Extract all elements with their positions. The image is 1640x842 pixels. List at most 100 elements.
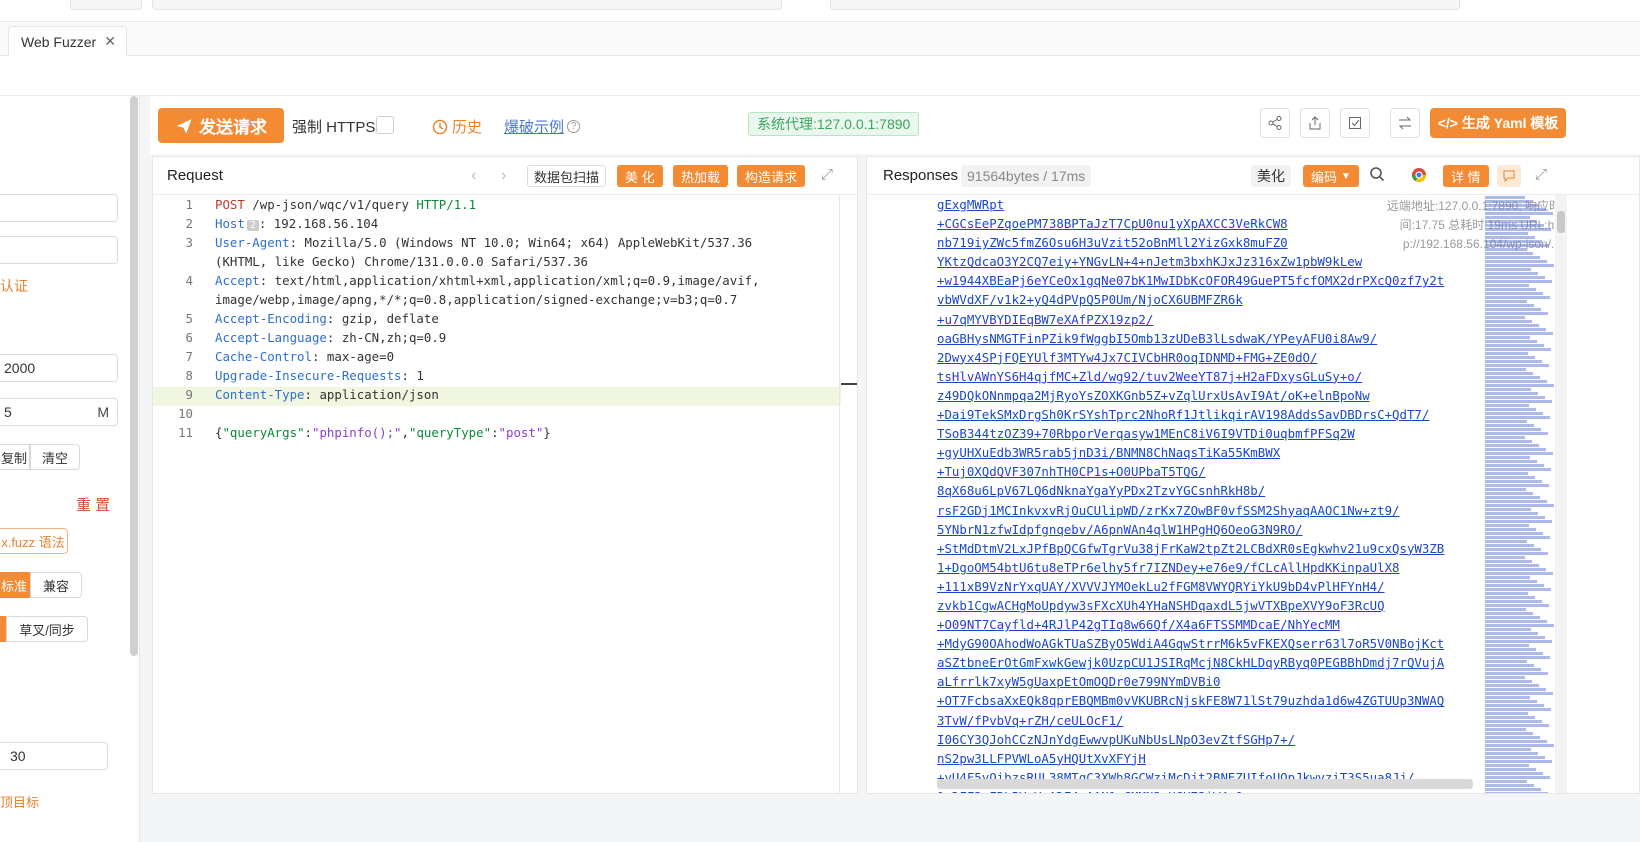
minimap-line [1485, 232, 1528, 235]
hotload-button[interactable]: 热加载 [673, 165, 729, 187]
minimap-line [1485, 676, 1525, 679]
share-icon[interactable] [1260, 108, 1290, 138]
top-select[interactable] [70, 0, 142, 10]
json-value: "phpinfo();" [312, 425, 402, 440]
code-icon: </> [1437, 115, 1458, 131]
response-line: +MdyG90OAhodWoAGkTUaSZByO5WdiA4GqwStrrM6… [937, 636, 1445, 652]
minimap-line [1485, 252, 1533, 255]
chevron-down-icon: ▼ [1341, 170, 1351, 182]
minimap-line [1485, 588, 1551, 591]
search-icon[interactable] [1369, 166, 1385, 186]
header-value: : Mozilla/5.0 (Windows NT 10.0; Win64; x… [289, 235, 753, 250]
response-line: 1+DgoOM54btU6tu8eTPr6elhy5fr7IZNDey+e76e… [937, 559, 1400, 575]
tab-label: Web Fuzzer [21, 33, 97, 50]
force-https-checkbox[interactable] [376, 116, 394, 134]
response-line: aSZtbneErOtGmFxwkGewjk0UzpCU1JSIRqMcjN8C… [937, 655, 1445, 671]
unit-label: M [97, 404, 109, 420]
mode-standard[interactable]: 标准 [0, 572, 30, 598]
response-line: +Dai9TekSMxDrgSh0KrSYshTprc2NhoRf1Jtlikq… [937, 407, 1430, 423]
minimap-line [1485, 728, 1526, 731]
tab-web-fuzzer[interactable]: Web Fuzzer ✕ [8, 26, 127, 56]
top-input-right[interactable] [830, 0, 1460, 10]
minimap-line [1485, 432, 1548, 435]
response-line: oaGBHysNMGTFinPZik9fWggbI5Omb13zUDeB3lLs… [937, 330, 1378, 346]
comment-icon[interactable] [1497, 165, 1521, 187]
beautify-button[interactable]: 美 化 [617, 165, 663, 187]
minimap-line [1485, 484, 1549, 487]
request-line-active: 9 Content-Type: application/json [153, 387, 841, 406]
send-request-button[interactable]: 发送请求 [158, 108, 284, 143]
config-input-1[interactable] [0, 194, 118, 222]
response-line: z49DQkONnmpqa2MjRyoYsZOXKGnb5Z+vZqlUrxUs… [937, 387, 1370, 403]
minimap-line [1485, 644, 1529, 647]
minimap-line [1485, 548, 1541, 551]
reset-button[interactable]: 重 置 [76, 494, 110, 515]
minimap-line [1485, 452, 1553, 455]
top-input-left[interactable] [152, 0, 782, 10]
build-request-button[interactable]: 构造请求 [737, 165, 806, 187]
minimap-line [1485, 704, 1544, 707]
fullscreen-icon[interactable]: ⤢ [821, 166, 833, 183]
minimap-line [1485, 344, 1544, 347]
minimap-line [1485, 624, 1554, 627]
fullscreen-icon[interactable]: ⤢ [1535, 166, 1547, 183]
mode-compat[interactable]: 兼容 [30, 572, 82, 598]
code-minimap[interactable] [1485, 195, 1555, 793]
response-line: YKtzQdcaO3Y2CQ7eiy+YNGvLN+4+nJetm3bxhKJx… [937, 254, 1363, 270]
swap-icon[interactable] [1390, 108, 1420, 138]
fork-sync-button[interactable]: 草叉/同步 [6, 616, 88, 642]
minimap-line [1485, 200, 1532, 203]
auth-label[interactable]: 认证 [0, 276, 28, 296]
minimap-line [1485, 276, 1545, 279]
response-line: +StMdDtmV2LxJPfBpQCGfwTgrVu38jFrKaW2tpZt… [937, 540, 1445, 556]
minimap-line [1485, 716, 1535, 719]
minimap-line [1485, 636, 1545, 639]
import-icon[interactable] [1340, 108, 1370, 138]
minimap-line [1485, 436, 1525, 439]
copy-button[interactable]: 复制 [0, 444, 30, 470]
clear-button[interactable]: 清空 [30, 444, 80, 470]
minimap-line [1485, 368, 1526, 371]
horizontal-scrollbar[interactable] [937, 779, 1473, 789]
max-body-input[interactable]: 5 M [0, 398, 118, 426]
sidebar-scrollbar[interactable] [130, 96, 138, 656]
response-body[interactable]: gExgMWRpt +CGCsEePZqoePM738BPTaJzT7CpU0nu… [937, 195, 1475, 793]
response-beautify-button[interactable]: 美化 [1251, 165, 1291, 187]
minimap-line [1485, 412, 1543, 415]
history-button[interactable]: 历史 [432, 116, 482, 137]
response-line: 2Dwyx4SPjFQEYUlf3MTYw4Jx7CIVCbHR0oqIDNMD… [937, 349, 1318, 365]
brute-example-link[interactable]: 爆破示例 ? [504, 116, 581, 137]
response-line: I06CY3QJohCCzNJnYdgEwwvpUKuNbUsLNpO3evZt… [937, 731, 1296, 747]
vertical-scrollbar[interactable] [1555, 195, 1567, 793]
json-key: "queryArgs" [222, 425, 305, 440]
header-value: : zh-CN,zh;q=0.9 [326, 330, 447, 345]
minimap-line [1485, 272, 1538, 275]
fuzz-syntax-button[interactable]: x.fuzz 语法 [0, 528, 68, 554]
generate-yaml-button[interactable]: </> 生成 Yaml 模板 [1430, 108, 1566, 138]
config-input-2[interactable] [0, 236, 118, 264]
detail-button[interactable]: 详 情 [1443, 165, 1489, 187]
request-line: 4 Accept: text/html,application/xhtml+xml… [185, 273, 760, 288]
minimap-line [1485, 268, 1531, 271]
minimap-line [1485, 428, 1541, 431]
export-icon[interactable] [1300, 108, 1330, 138]
request-editor[interactable]: 1 POST /wp-json/wqc/v1/query HTTP/1.1 2 Ho… [153, 197, 841, 444]
close-icon[interactable]: ✕ [104, 33, 116, 50]
response-line: 3TvW/fPvbVq+rZH/ceULOcF1/ [937, 712, 1124, 728]
chevron-left-icon[interactable]: ‹ [471, 167, 476, 185]
minimap-line [1485, 536, 1550, 539]
encoding-dropdown[interactable]: 编码 ▼ [1303, 165, 1359, 187]
editor-cursor-mark [841, 383, 857, 385]
concurrency-input[interactable]: 30 [0, 742, 108, 770]
chevron-right-icon[interactable]: › [501, 167, 506, 185]
minimap-line [1485, 500, 1547, 503]
minimap-line [1485, 580, 1537, 583]
browser-icon[interactable] [1411, 167, 1427, 186]
minimap-line [1485, 700, 1537, 703]
scrollbar-thumb[interactable] [1557, 211, 1565, 233]
timeout-input[interactable]: 2000 [0, 354, 118, 382]
packet-scan-button[interactable]: 数据包扫描 [527, 165, 607, 187]
minimap-line [1485, 348, 1551, 351]
minimap-line [1485, 504, 1554, 507]
clock-icon [432, 119, 448, 134]
